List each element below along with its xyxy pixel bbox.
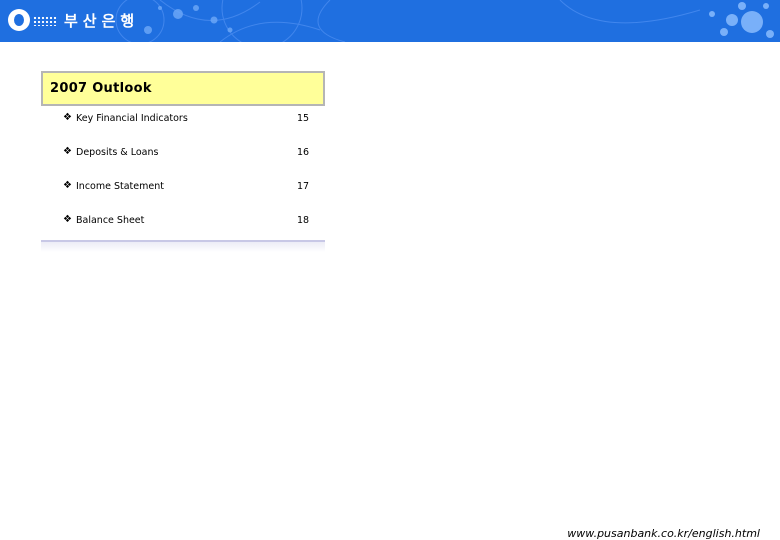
toc-item-label: Income Statement	[76, 181, 164, 192]
divider-shadow	[41, 242, 325, 252]
bank-name: 부산은행	[64, 12, 140, 30]
toc-item[interactable]: ❖ Deposits & Loans 16	[41, 143, 325, 177]
diamond-bullet-icon: ❖	[63, 180, 72, 191]
toc-item-page: 17	[297, 181, 310, 192]
toc-item-page: 15	[297, 113, 310, 124]
header-banner: 부산은행	[0, 0, 780, 42]
toc-item-page: 18	[297, 215, 310, 226]
logo-dots	[33, 16, 57, 26]
section-title-box: 2007 Outlook	[41, 71, 325, 106]
pusanbank-logo-icon[interactable]	[8, 9, 30, 31]
toc-item-label: Balance Sheet	[76, 215, 145, 226]
outlook-panel: 2007 Outlook ❖ Key Financial Indicators …	[41, 71, 325, 252]
toc-item-page: 16	[297, 147, 310, 158]
toc-item-label: Key Financial Indicators	[76, 113, 188, 124]
toc-item[interactable]: ❖ Income Statement 17	[41, 177, 325, 211]
diamond-bullet-icon: ❖	[63, 146, 72, 157]
toc-list: ❖ Key Financial Indicators 15 ❖ Deposits…	[41, 109, 325, 245]
diamond-bullet-icon: ❖	[63, 214, 72, 225]
toc-item-label: Deposits & Loans	[76, 147, 159, 158]
footer-url-link[interactable]: www.pusanbank.co.kr/english.html	[567, 527, 760, 540]
diamond-bullet-icon: ❖	[63, 112, 72, 123]
toc-item[interactable]: ❖ Key Financial Indicators 15	[41, 109, 325, 143]
section-title: 2007 Outlook	[50, 81, 152, 96]
